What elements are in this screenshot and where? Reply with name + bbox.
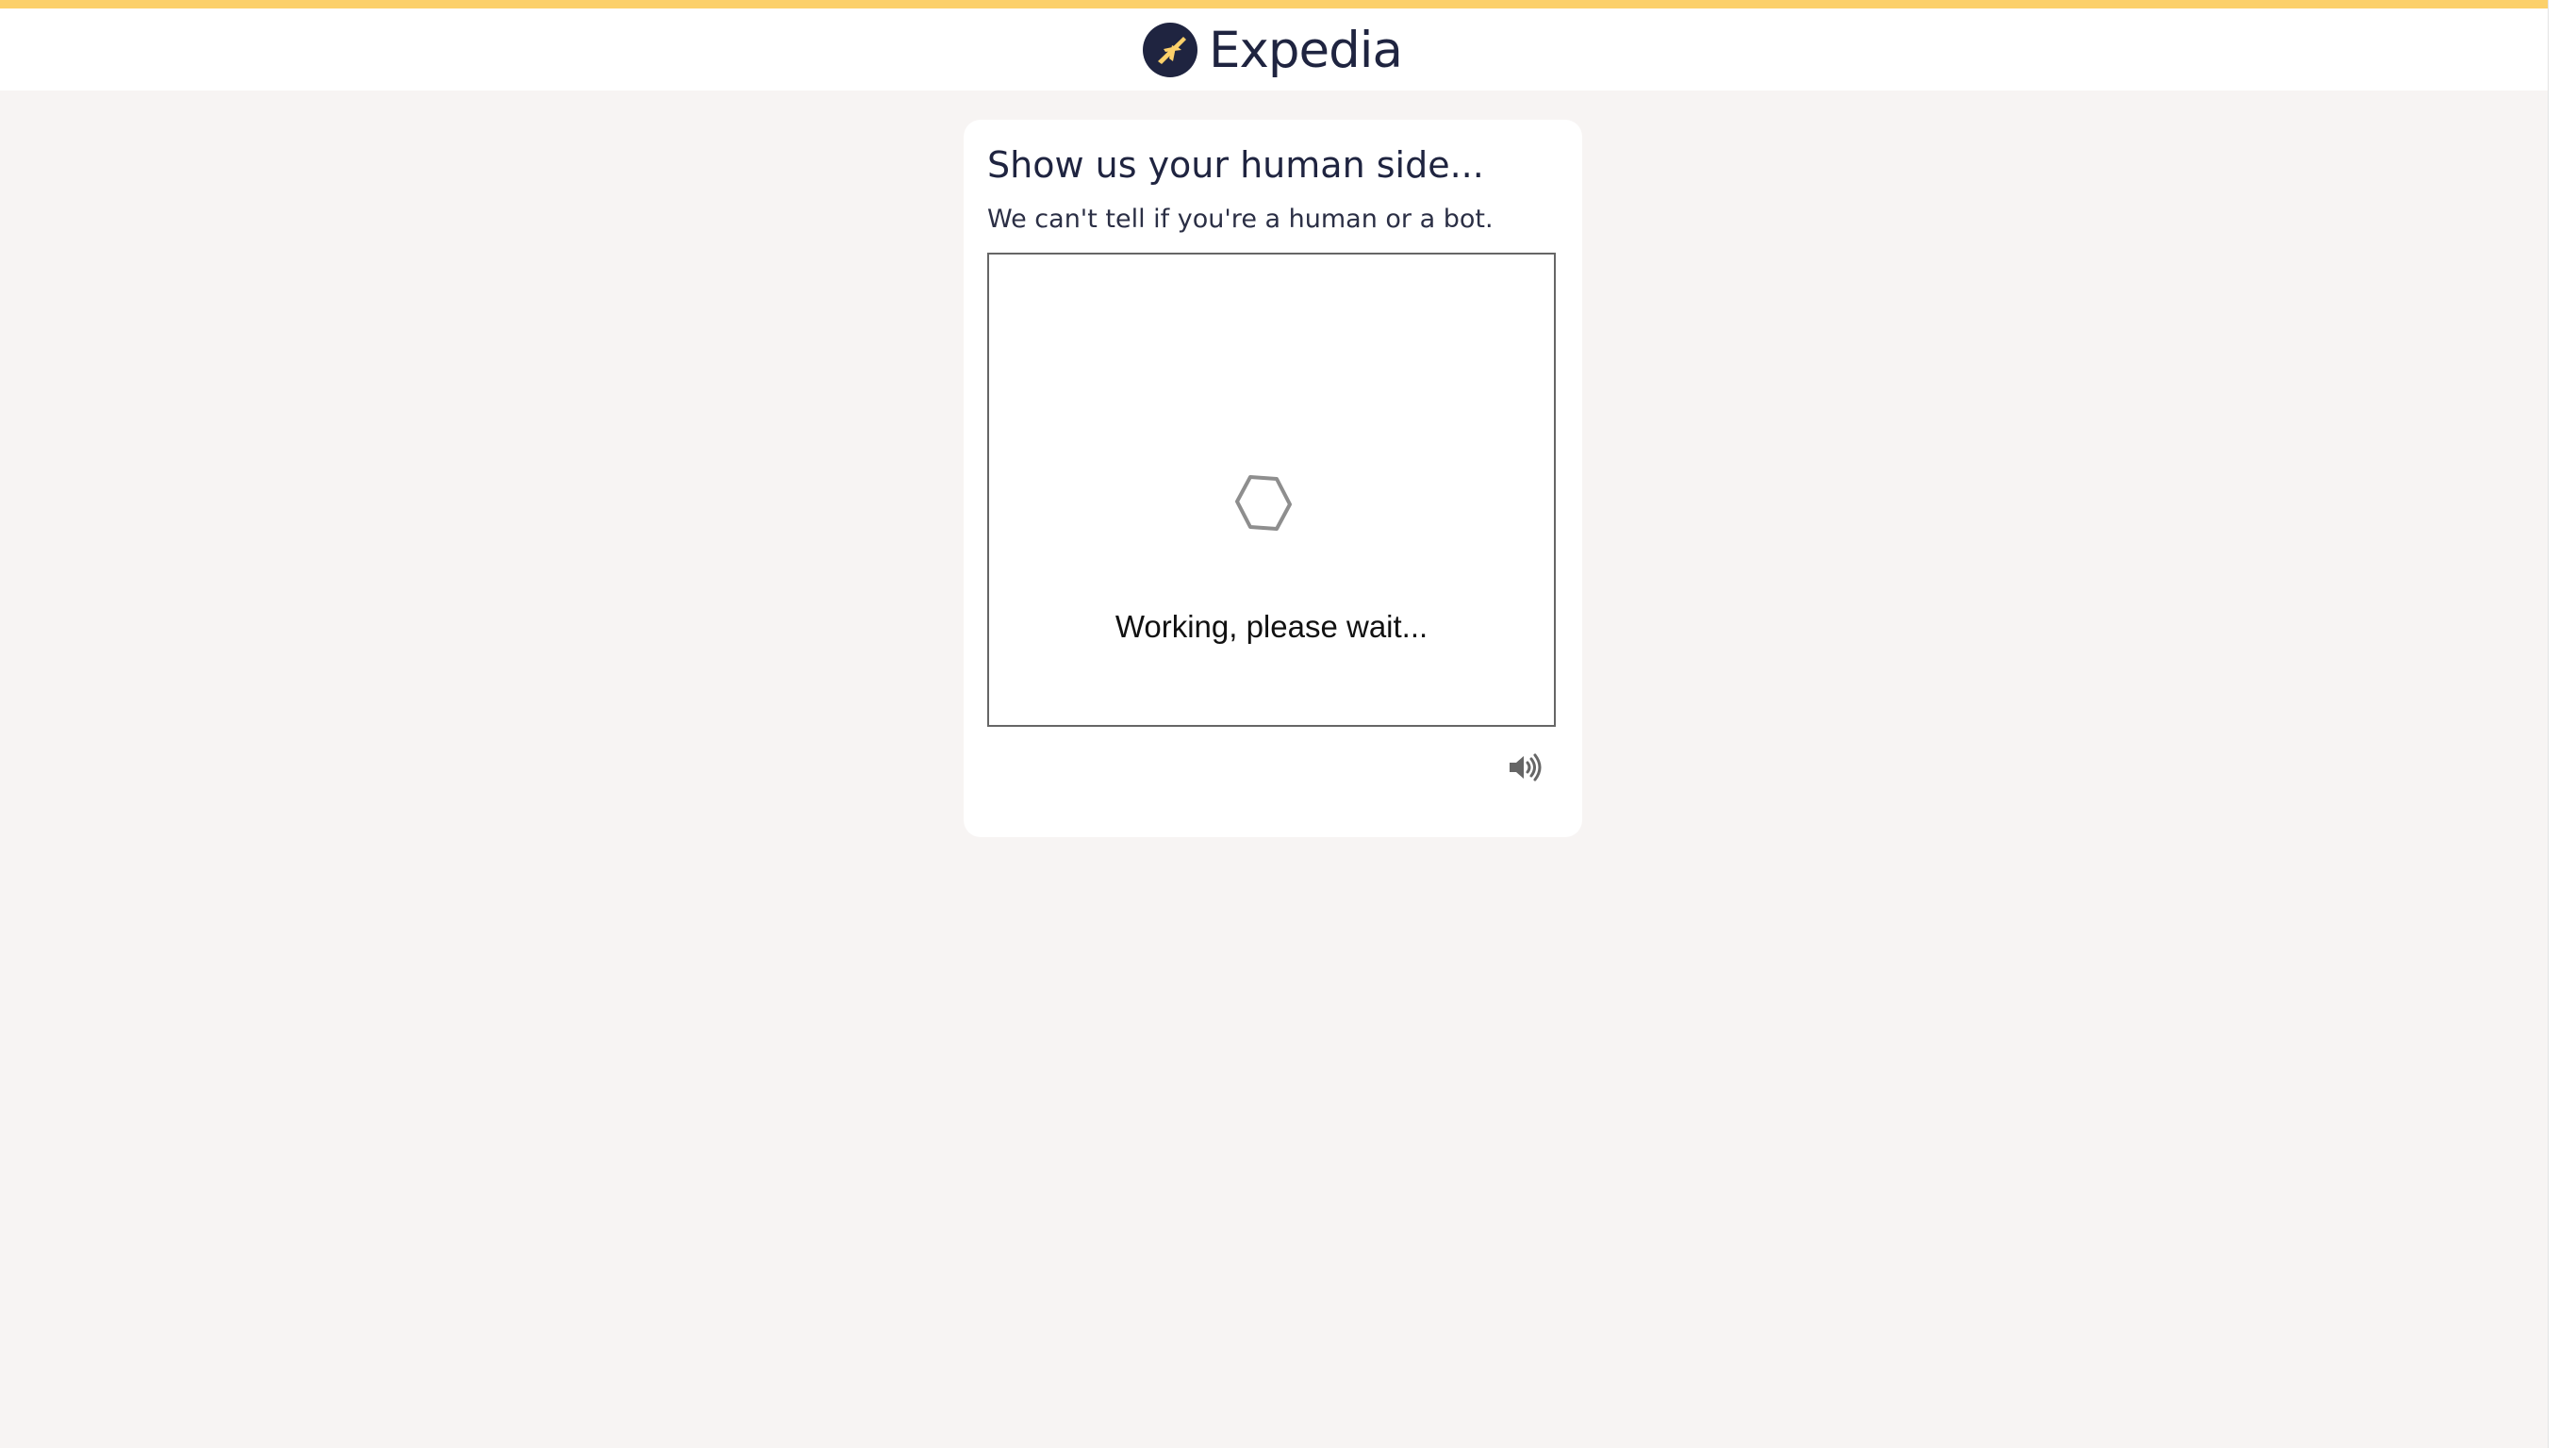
speaker-icon (1510, 753, 1542, 782)
top-accent-bar (0, 0, 2548, 8)
brand-logo[interactable]: Expedia (1143, 21, 1403, 79)
working-status-text: Working, please wait... (1115, 609, 1428, 644)
expedia-plane-logo-icon (1143, 23, 1197, 77)
brand-name: Expedia (1209, 21, 1403, 79)
site-header: Expedia (0, 8, 2548, 90)
verification-title: Show us your human side... (987, 144, 1484, 186)
hexagon-spinner-icon (1235, 475, 1292, 531)
captcha-challenge-frame[interactable]: Working, please wait... (987, 253, 1556, 727)
audio-challenge-button[interactable] (1503, 749, 1546, 786)
verification-subtitle: We can't tell if you're a human or a bot… (987, 205, 1494, 234)
human-verification-card: Show us your human side... We can't tell… (964, 120, 1582, 837)
page-scrollbar[interactable] (2548, 0, 2576, 1448)
